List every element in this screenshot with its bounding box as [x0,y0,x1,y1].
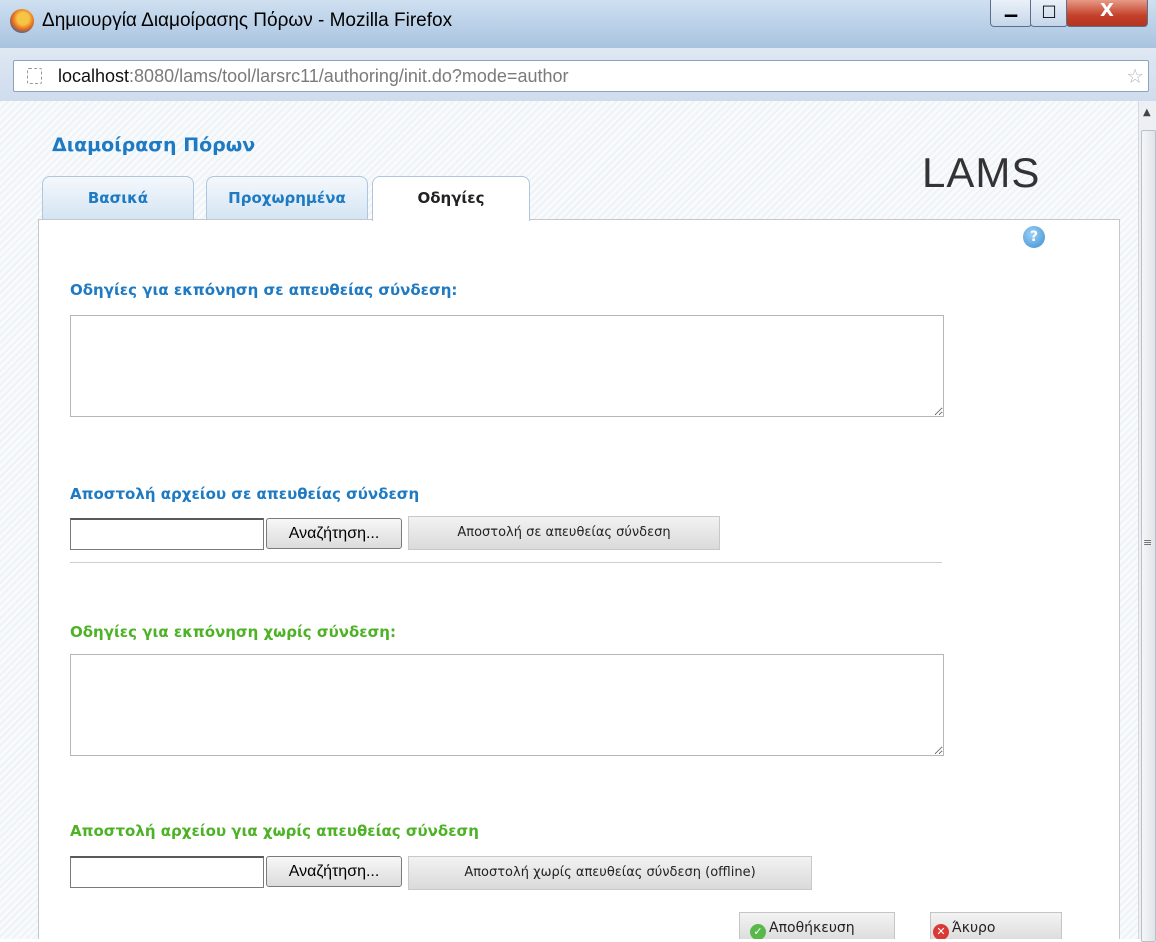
page-content: Διαμοίραση Πόρων LAMS Βασικά Προχωρημένα… [0,101,1138,939]
help-icon[interactable]: ? [1023,226,1045,248]
vertical-scrollbar[interactable]: ▲ ≡ [1138,101,1156,942]
bookmark-star-icon[interactable]: ☆ [1126,64,1144,88]
cancel-button[interactable]: ✕ Άκυρο [930,912,1062,939]
lams-logo: LAMS [922,149,1041,196]
window-titlebar: Δημιουργία Διαμοίρασης Πόρων - Mozilla F… [0,0,1156,48]
window-title: Δημιουργία Διαμοίρασης Πόρων - Mozilla F… [42,10,453,31]
online-upload-label: Αποστολή αρχείου σε απευθείας σύνδεση [70,485,420,503]
section-divider [70,562,942,563]
scroll-grip-icon: ≡ [1143,536,1153,549]
save-label: Αποθήκευση [769,920,855,936]
scroll-up-icon[interactable]: ▲ [1143,107,1151,118]
offline-instructions-label: Οδηγίες για εκπόνηση χωρίς σύνδεση: [70,623,396,641]
url-host: localhost [58,66,130,86]
page-title: Διαμοίραση Πόρων [52,134,256,156]
online-instructions-textarea[interactable] [70,315,944,417]
close-button[interactable]: X [1066,0,1148,27]
online-browse-button[interactable]: Αναζήτηση... [266,518,402,549]
tab-advanced[interactable]: Προχωρημένα [206,176,368,220]
online-upload-button[interactable]: Αποστολή σε απευθείας σύνδεση [408,516,720,550]
page-icon [27,68,42,84]
offline-upload-button[interactable]: Αποστολή χωρίς απευθείας σύνδεση (offlin… [408,856,812,890]
maximize-button[interactable]: □ [1030,0,1068,27]
url-text[interactable]: localhost:8080/lams/tool/larsrc11/author… [58,66,568,87]
instructions-panel: ? Οδηγίες για εκπόνηση σε απευθείας σύνδ… [38,219,1120,939]
offline-upload-label: Αποστολή αρχείου για χωρίς απευθείας σύν… [70,822,479,840]
navigation-bar: localhost:8080/lams/tool/larsrc11/author… [0,48,1156,101]
minimize-button[interactable]: ▁ [990,0,1032,27]
offline-browse-button[interactable]: Αναζήτηση... [266,856,402,887]
cancel-icon: ✕ [933,924,949,939]
online-instructions-label: Οδηγίες για εκπόνηση σε απευθείας σύνδεσ… [70,281,458,299]
check-icon: ✓ [750,924,766,939]
offline-instructions-textarea[interactable] [70,654,944,756]
save-button[interactable]: ✓ Αποθήκευση [739,912,895,939]
firefox-icon [10,9,34,33]
cancel-label: Άκυρο [952,920,996,936]
online-file-input[interactable] [70,518,264,550]
url-path: :8080/lams/tool/larsrc11/authoring/init.… [129,66,569,86]
tab-basic[interactable]: Βασικά [42,176,194,220]
offline-file-input[interactable] [70,856,264,888]
tab-instructions[interactable]: Οδηγίες [372,176,530,221]
address-bar[interactable]: localhost:8080/lams/tool/larsrc11/author… [13,60,1149,92]
